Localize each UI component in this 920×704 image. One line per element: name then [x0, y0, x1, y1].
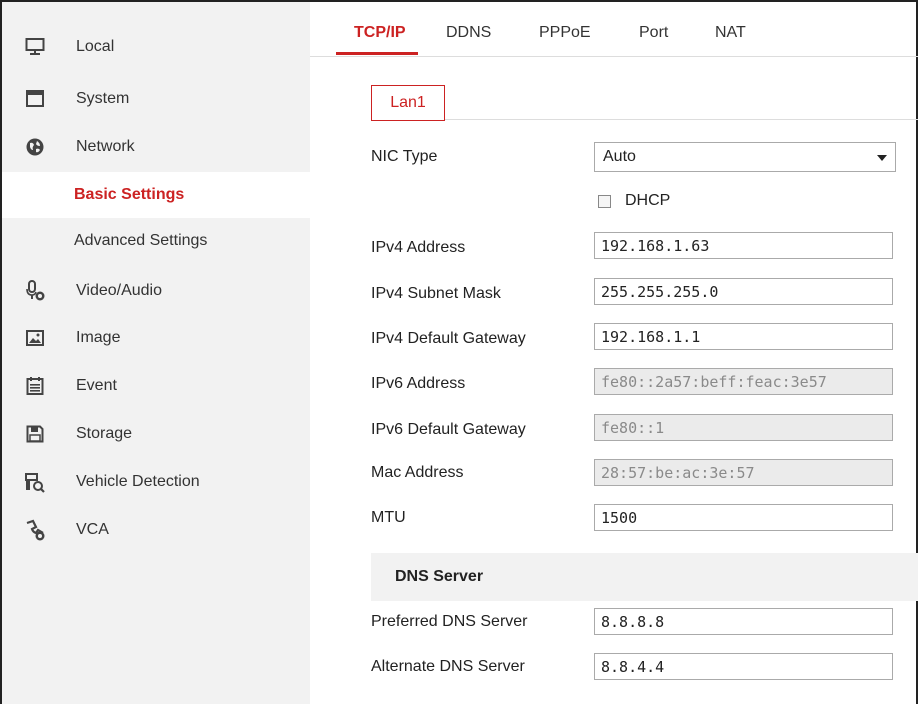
calendar-icon	[24, 375, 46, 397]
dhcp-checkbox-row[interactable]: DHCP	[598, 192, 670, 210]
ipv4-subnet-mask-field[interactable]: 255.255.255.0	[594, 278, 893, 305]
alternate-dns-field[interactable]: 8.8.4.4	[594, 653, 893, 680]
tab-port[interactable]: Port	[639, 24, 668, 42]
tab-tcp-ip[interactable]: TCP/IP	[354, 24, 406, 42]
sidebar-item-storage[interactable]: Storage	[2, 411, 310, 457]
sidebar: Local System Network Basic Settings Adva…	[2, 2, 310, 704]
sidebar-item-label: Vehicle Detection	[76, 473, 200, 490]
image-icon	[24, 327, 46, 349]
sidebar-item-vehicle-detection[interactable]: Vehicle Detection	[2, 459, 310, 505]
nic-type-value: Auto	[603, 148, 636, 165]
monitor-icon	[24, 36, 46, 58]
nic-type-select[interactable]: Auto	[594, 142, 896, 172]
sidebar-item-image[interactable]: Image	[2, 315, 310, 361]
ipv4-gateway-label: IPv4 Default Gateway	[371, 330, 526, 347]
lan-tab-divider	[445, 119, 918, 120]
ipv4-subnet-mask-label: IPv4 Subnet Mask	[371, 285, 501, 302]
ipv4-address-field[interactable]: 192.168.1.63	[594, 232, 893, 259]
active-tab-indicator	[336, 52, 418, 55]
sidebar-item-event[interactable]: Event	[2, 363, 310, 409]
sidebar-item-advanced-settings[interactable]: Advanced Settings	[2, 218, 310, 264]
vehicle-search-icon	[24, 471, 46, 493]
sidebar-item-label: System	[76, 90, 130, 107]
mtu-label: MTU	[371, 509, 406, 526]
dns-server-section-header: DNS Server	[371, 553, 918, 601]
sidebar-item-label: Video/Audio	[76, 282, 162, 299]
dns-server-heading: DNS Server	[395, 568, 484, 585]
preferred-dns-field[interactable]: 8.8.8.8	[594, 608, 893, 635]
sidebar-item-vca[interactable]: VCA	[2, 507, 310, 553]
sidebar-item-label: Advanced Settings	[74, 232, 208, 249]
sidebar-item-label: Event	[76, 377, 117, 394]
vca-icon	[24, 519, 46, 541]
alternate-dns-label: Alternate DNS Server	[371, 658, 525, 675]
globe-icon	[24, 136, 46, 158]
nic-type-label: NIC Type	[371, 148, 438, 165]
ipv6-gateway-label: IPv6 Default Gateway	[371, 421, 526, 438]
preferred-dns-label: Preferred DNS Server	[371, 613, 528, 630]
sidebar-item-label: Network	[76, 138, 135, 155]
dhcp-label: DHCP	[625, 192, 671, 209]
ipv6-gateway-field: fe80::1	[594, 414, 893, 441]
sidebar-item-label: Basic Settings	[74, 186, 185, 203]
tab-bar: TCP/IP DDNS PPPoE Port NAT	[310, 2, 918, 57]
ipv4-address-label: IPv4 Address	[371, 239, 466, 256]
chevron-down-icon	[877, 155, 887, 161]
sidebar-item-label: Image	[76, 329, 121, 346]
ipv6-address-field: fe80::2a57:beff:feac:3e57	[594, 368, 893, 395]
floppy-disk-icon	[24, 423, 46, 445]
sidebar-item-basic-settings[interactable]: Basic Settings	[2, 172, 310, 218]
sidebar-item-label: Local	[76, 38, 115, 55]
mtu-field[interactable]: 1500	[594, 504, 893, 531]
tab-nat[interactable]: NAT	[715, 24, 746, 42]
tab-ddns[interactable]: DDNS	[446, 24, 491, 42]
sidebar-item-label: Storage	[76, 425, 133, 442]
sidebar-item-network[interactable]: Network	[2, 124, 310, 170]
sidebar-item-local[interactable]: Local	[2, 24, 310, 70]
sidebar-item-system[interactable]: System	[2, 76, 310, 122]
dhcp-checkbox[interactable]	[598, 194, 611, 208]
mac-address-field: 28:57:be:ac:3e:57	[594, 459, 893, 486]
tab-lan1[interactable]: Lan1	[371, 85, 445, 121]
ipv4-gateway-field[interactable]: 192.168.1.1	[594, 323, 893, 350]
tab-pppoe[interactable]: PPPoE	[539, 24, 591, 42]
microphone-camera-icon	[24, 280, 46, 302]
sidebar-item-label: VCA	[76, 521, 109, 538]
window-icon	[24, 88, 46, 110]
ipv6-address-label: IPv6 Address	[371, 375, 466, 392]
mac-address-label: Mac Address	[371, 464, 464, 481]
sidebar-item-video-audio[interactable]: Video/Audio	[2, 268, 310, 314]
